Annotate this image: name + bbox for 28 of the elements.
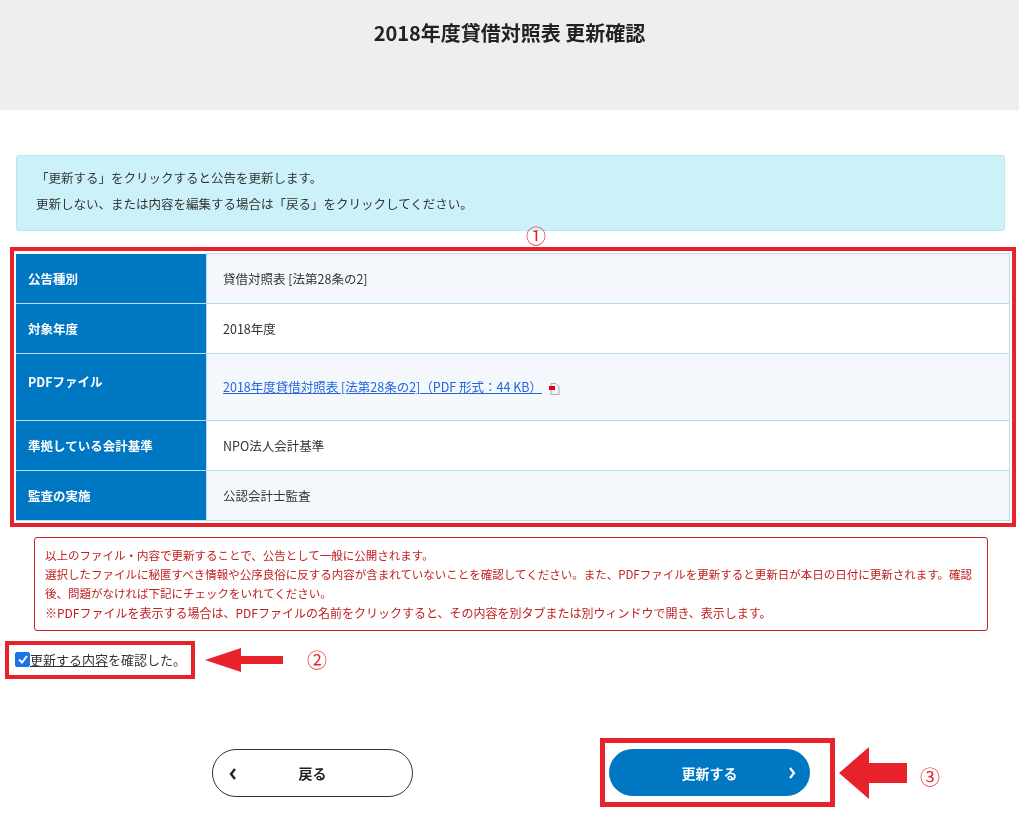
info-text: 「更新する」をクリックすると公告を更新します。 bbox=[36, 170, 324, 186]
notice-note: ※PDFファイルを表示する場合は、PDFファイルの名前をクリックすると、その内容を別タブまたは別ウィンドウで開き、表示します。 bbox=[45, 602, 773, 622]
chevron-left-icon bbox=[229, 767, 237, 780]
page-title: 2018年度貸借対照表 更新確認 bbox=[373, 18, 646, 48]
row-label: 監査の実施 bbox=[16, 470, 207, 520]
row-label: PDFファイル bbox=[16, 353, 207, 420]
arrow-annotation bbox=[839, 746, 907, 799]
content-link[interactable]: 更新する内容 bbox=[30, 650, 108, 669]
annotation-number: ③ bbox=[920, 765, 940, 788]
chevron-right-icon bbox=[788, 767, 796, 779]
submit-button[interactable]: 更新する bbox=[609, 749, 810, 796]
row-value: 公認会計士監査 bbox=[206, 470, 1010, 520]
row-label: 対象年度 bbox=[16, 303, 207, 353]
row-value: NPO法人会計基準 bbox=[206, 420, 1010, 470]
row-label: 公告種別 bbox=[16, 253, 207, 303]
row-value: 貸借対照表 [法第28条の2] bbox=[206, 253, 1010, 303]
back-button[interactable]: 戻る bbox=[212, 748, 413, 797]
pdf-file-icon bbox=[548, 382, 560, 395]
row-value: 2018年度 bbox=[206, 303, 1010, 353]
annotation-number: ② bbox=[307, 648, 328, 671]
confirm-label: を確認した。 bbox=[108, 650, 187, 669]
notice-text: 以上のファイル・内容で更新することで、公告として一般に公開されます。 bbox=[45, 545, 435, 565]
notice-text: 選択したファイルに秘匿すべき情報や公序良俗に反する内容が含まれていないことを確認してください。また、PDFファイルを更新すると更新日が本日の日付に更新されます。確認後、問題がなければ下記にチェックをいれてください。 bbox=[45, 564, 974, 603]
pdf-link[interactable]: 2018年度貸借対照表 [法第28条の2]（PDF 形式：44 KB） bbox=[223, 377, 542, 396]
row-label: 準拠している会計基準 bbox=[16, 420, 207, 470]
annotation-number: ① bbox=[526, 221, 546, 250]
info-text: 更新しない、または内容を編集する場合は「戻る」をクリックしてください。 bbox=[36, 196, 474, 212]
confirm-checkbox[interactable] bbox=[15, 652, 30, 667]
